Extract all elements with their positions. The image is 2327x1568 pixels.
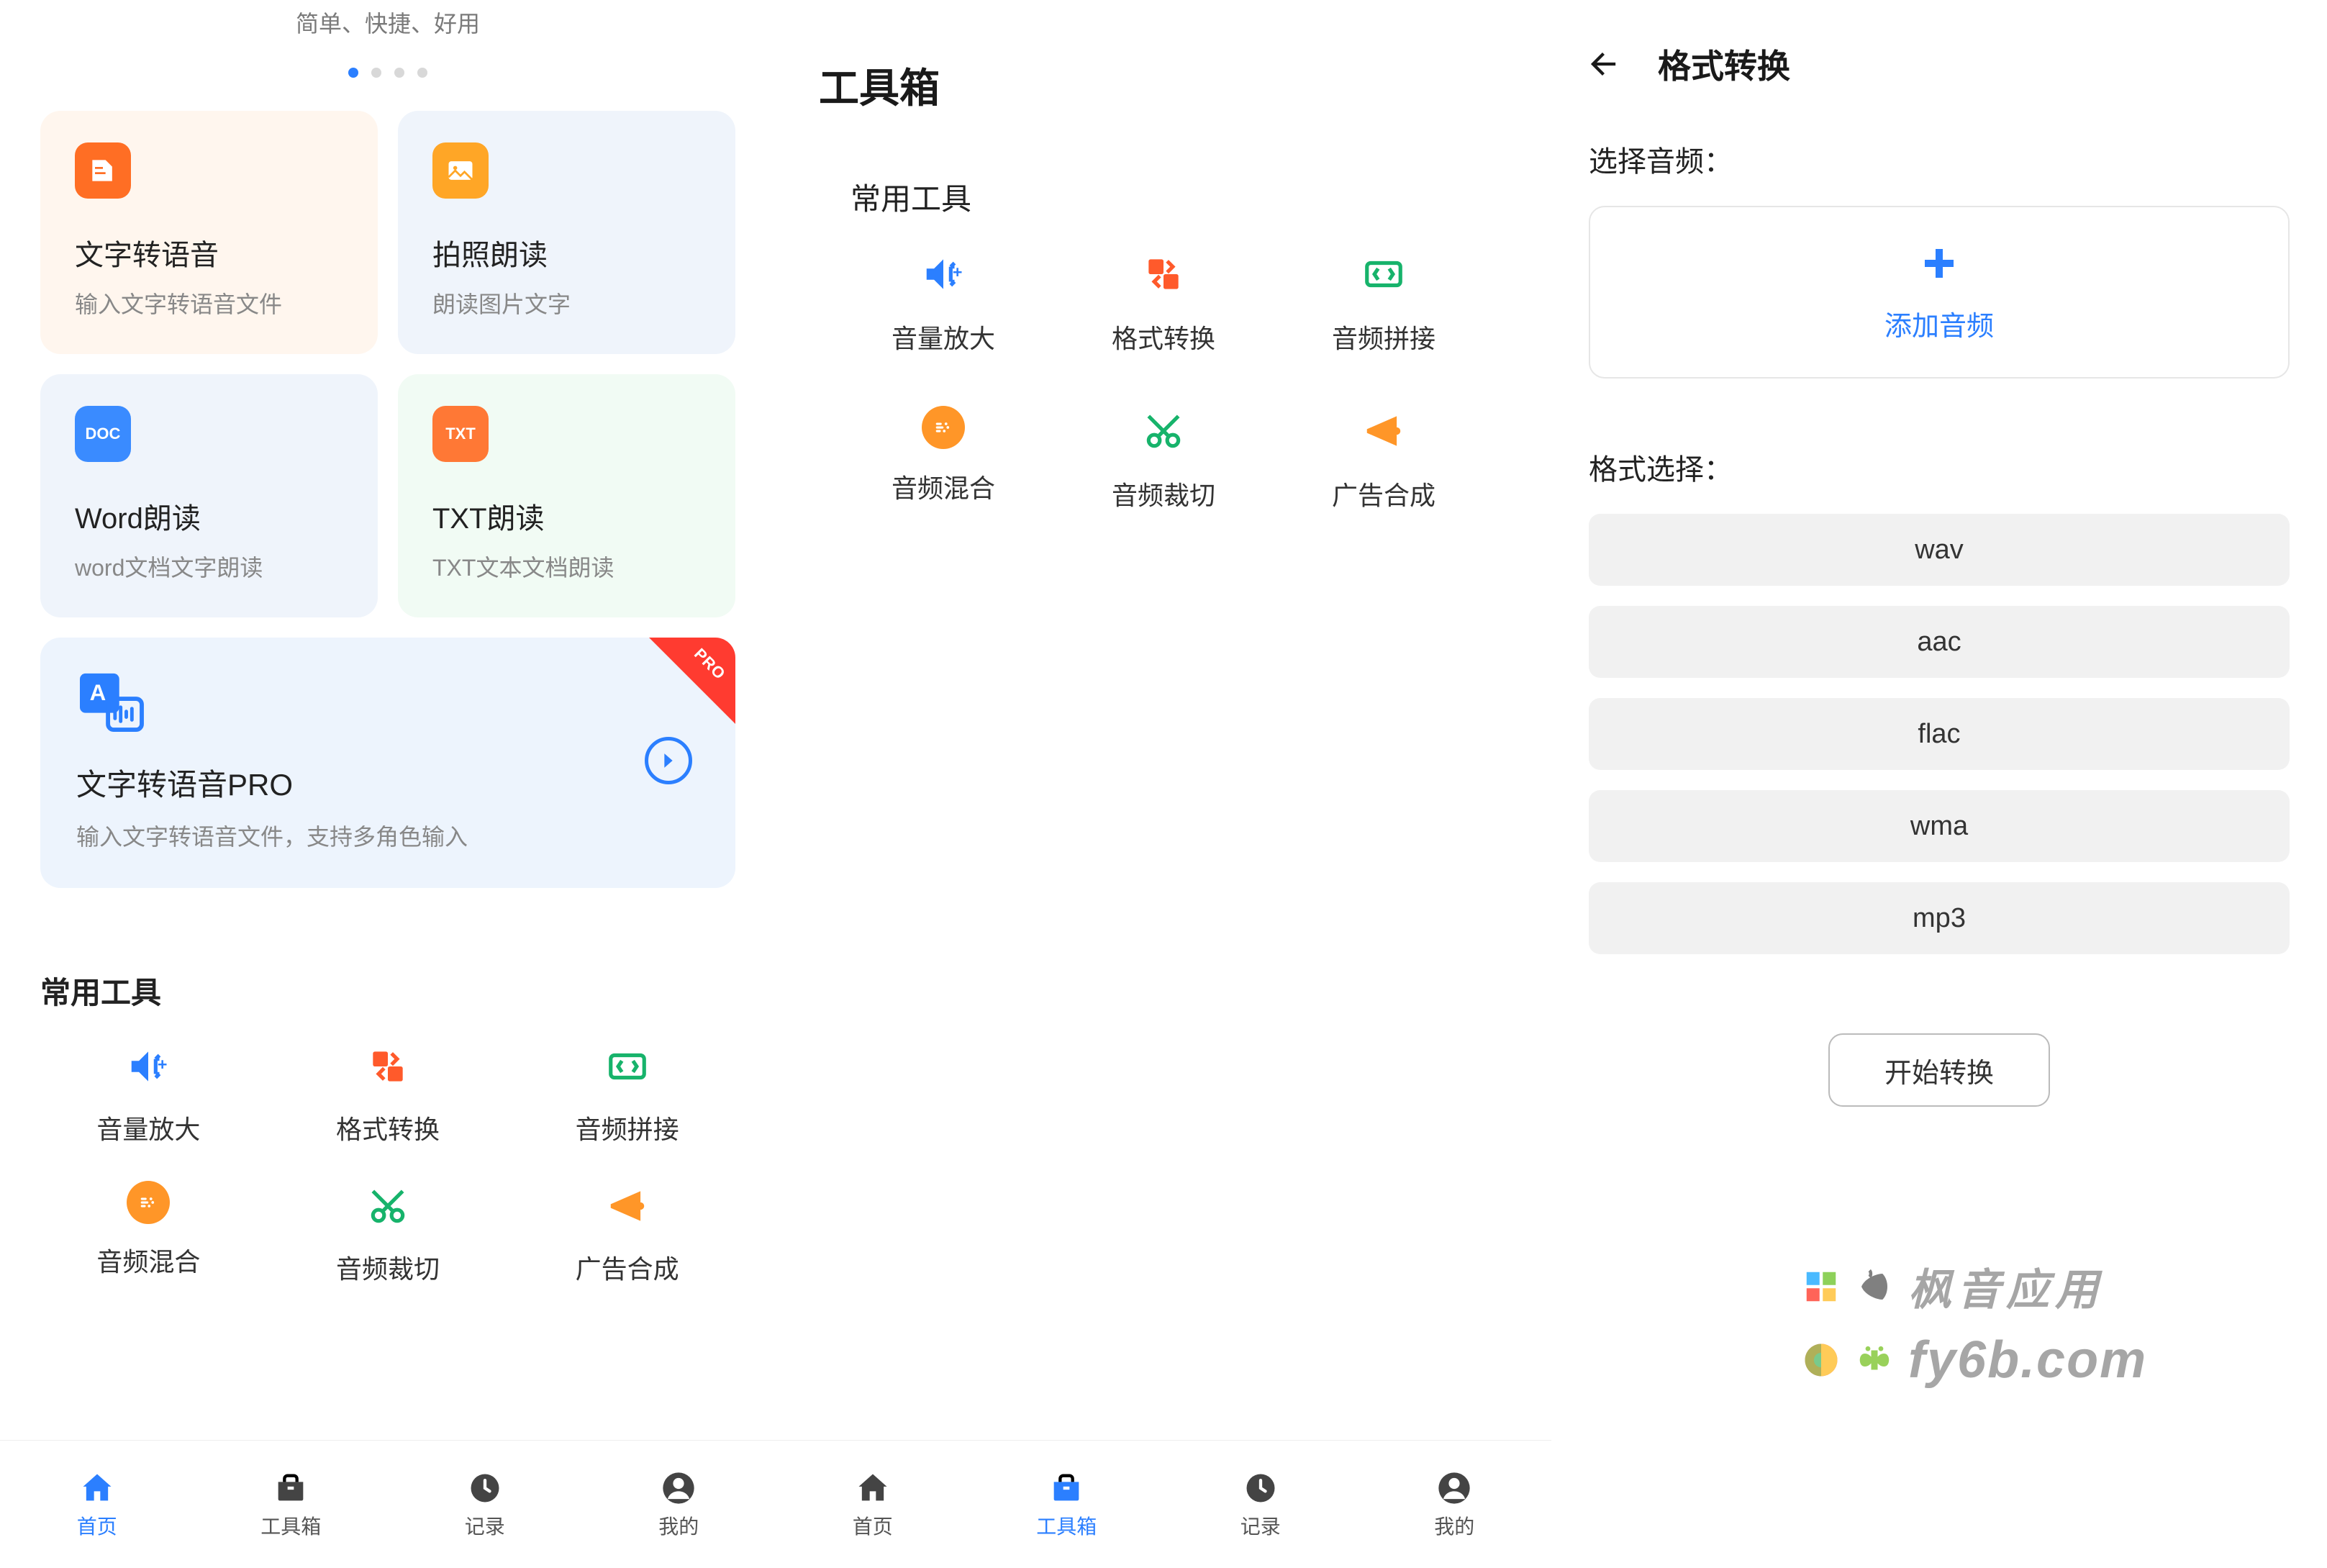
page-title: 工具箱 bbox=[819, 56, 1508, 114]
tool-label: 广告合成 bbox=[1332, 475, 1435, 512]
format-option-flac[interactable]: flac bbox=[1589, 698, 2290, 770]
carousel-dots[interactable] bbox=[40, 39, 735, 111]
pro-title: 文字转语音PRO bbox=[76, 761, 699, 805]
nav-toolbox[interactable]: 工具箱 bbox=[970, 1441, 1164, 1568]
nav-history[interactable]: 记录 bbox=[1164, 1441, 1358, 1568]
nav-mine[interactable]: 我的 bbox=[1358, 1441, 1552, 1568]
tool-audio-mix[interactable]: 音频混合 bbox=[833, 406, 1053, 512]
ad-synth-icon bbox=[602, 1181, 653, 1231]
txt-icon: TXT bbox=[432, 406, 489, 462]
tool-audio-cut[interactable]: 音频裁切 bbox=[1053, 406, 1274, 512]
audio-splice-icon bbox=[602, 1041, 653, 1092]
nav-toolbox[interactable]: 工具箱 bbox=[194, 1441, 389, 1568]
card-sub: TXT文本文档朗读 bbox=[432, 550, 701, 583]
pro-sub: 输入文字转语音文件，支持多角色输入 bbox=[76, 819, 699, 852]
audio-cut-icon bbox=[1138, 406, 1189, 456]
card-photo-read[interactable]: 拍照朗读 朗读图片文字 bbox=[398, 111, 735, 354]
image-icon bbox=[432, 142, 489, 199]
tool-volume-up[interactable]: 音量放大 bbox=[833, 249, 1053, 355]
nav-mine[interactable]: 我的 bbox=[582, 1441, 776, 1568]
page-title: 格式转换 bbox=[1658, 40, 1790, 88]
tool-label: 音频混合 bbox=[96, 1241, 200, 1279]
tool-ad-synth[interactable]: 广告合成 bbox=[1274, 406, 1494, 512]
tool-grid-toolbox: 音量放大 格式转换 音频拼接音频混合 音频裁切 广告合成 bbox=[833, 249, 1494, 512]
tool-label: 音频混合 bbox=[892, 468, 995, 505]
audio-cut-icon bbox=[363, 1181, 413, 1231]
tool-label: 音量放大 bbox=[96, 1109, 200, 1146]
format-option-wav[interactable]: wav bbox=[1589, 514, 2290, 586]
tool-ad-synth[interactable]: 广告合成 bbox=[507, 1181, 747, 1286]
tool-audio-mix[interactable]: 音频混合 bbox=[29, 1181, 268, 1286]
format-option-mp3[interactable]: mp3 bbox=[1589, 882, 2290, 954]
tts-pro-icon bbox=[76, 671, 145, 733]
tool-volume-up[interactable]: 音量放大 bbox=[29, 1041, 268, 1146]
format-convert-icon bbox=[1138, 249, 1189, 299]
add-audio-button[interactable]: 添加音频 bbox=[1589, 206, 2290, 379]
volume-up-icon bbox=[918, 249, 969, 299]
tts-icon bbox=[75, 142, 131, 199]
card-word-read[interactable]: DOC Word朗读 word文档文字朗读 bbox=[40, 374, 378, 617]
card-title: Word朗读 bbox=[75, 495, 343, 537]
select-audio-label: 选择音频： bbox=[1589, 138, 2290, 180]
audio-mix-icon bbox=[922, 406, 965, 449]
card-sub: 朗读图片文字 bbox=[432, 286, 701, 320]
tool-label: 音频裁切 bbox=[1112, 475, 1215, 512]
audio-splice-icon bbox=[1358, 249, 1409, 299]
format-convert-icon bbox=[363, 1041, 413, 1092]
watermark: 枫音应用 fy6b.com bbox=[1802, 1255, 2298, 1402]
header: 格式转换 bbox=[1551, 0, 2327, 138]
card-tts-pro[interactable]: PRO 文字转语音PRO 输入文字转语音文件，支持多角色输入 bbox=[40, 638, 735, 888]
format-option-wma[interactable]: wma bbox=[1589, 790, 2290, 862]
ad-synth-icon bbox=[1358, 406, 1409, 456]
tool-label: 音频拼接 bbox=[576, 1109, 679, 1146]
screen-home: 简单、快捷、好用 文字转语音 输入文字转语音文件 拍照朗读 朗读图片文字 DOC… bbox=[0, 0, 776, 1568]
tool-grid-home: 音量放大 格式转换 音频拼接音频混合 音频裁切 广告合成 bbox=[29, 1041, 747, 1286]
screen-format-convert: 格式转换 选择音频： 添加音频 格式选择： wav aac flac wma mp3 开… bbox=[1551, 0, 2327, 1568]
screen-toolbox: 工具箱 常用工具 音量放大 格式转换 音频拼接音频混合 音频裁切 广告合成 首页 工具箱… bbox=[776, 0, 1551, 1568]
bottom-nav: 首页 工具箱 记录 我的 bbox=[776, 1440, 1551, 1568]
card-tts[interactable]: 文字转语音 输入文字转语音文件 bbox=[40, 111, 378, 354]
tool-label: 音量放大 bbox=[892, 318, 995, 355]
nav-history[interactable]: 记录 bbox=[388, 1441, 582, 1568]
tool-label: 格式转换 bbox=[1112, 318, 1215, 355]
format-select-label: 格式选择： bbox=[1589, 446, 2290, 488]
card-title: 文字转语音 bbox=[75, 232, 343, 273]
tool-format-convert[interactable]: 格式转换 bbox=[268, 1041, 508, 1146]
volume-up-icon bbox=[123, 1041, 173, 1092]
add-audio-label: 添加音频 bbox=[1884, 304, 1994, 343]
tool-label: 音频裁切 bbox=[336, 1248, 440, 1286]
format-option-aac[interactable]: aac bbox=[1589, 606, 2290, 678]
tools-heading: 常用工具 bbox=[29, 969, 747, 1012]
tool-format-convert[interactable]: 格式转换 bbox=[1053, 249, 1274, 355]
card-sub: 输入文字转语音文件 bbox=[75, 286, 343, 320]
section-heading: 常用工具 bbox=[819, 175, 1508, 219]
format-list: wav aac flac wma mp3 bbox=[1589, 514, 2290, 954]
card-title: 拍照朗读 bbox=[432, 232, 701, 273]
doc-icon: DOC bbox=[75, 406, 131, 462]
convert-button[interactable]: 开始转换 bbox=[1828, 1033, 2050, 1107]
tool-label: 广告合成 bbox=[576, 1248, 679, 1286]
bottom-nav: 首页 工具箱 记录 我的 bbox=[0, 1440, 776, 1568]
back-icon[interactable] bbox=[1586, 45, 1623, 83]
tool-label: 格式转换 bbox=[336, 1109, 440, 1146]
plus-icon bbox=[1918, 242, 1961, 285]
arrow-right-icon[interactable] bbox=[645, 737, 692, 784]
nav-home[interactable]: 首页 bbox=[0, 1441, 194, 1568]
card-sub: word文档文字朗读 bbox=[75, 550, 343, 583]
card-title: TXT朗读 bbox=[432, 495, 701, 537]
card-txt-read[interactable]: TXT TXT朗读 TXT文本文档朗读 bbox=[398, 374, 735, 617]
tool-audio-cut[interactable]: 音频裁切 bbox=[268, 1181, 508, 1286]
nav-home[interactable]: 首页 bbox=[776, 1441, 970, 1568]
pro-badge: PRO bbox=[649, 638, 735, 724]
tool-audio-splice[interactable]: 音频拼接 bbox=[1274, 249, 1494, 355]
audio-mix-icon bbox=[127, 1181, 170, 1224]
tool-label: 音频拼接 bbox=[1332, 318, 1435, 355]
tool-audio-splice[interactable]: 音频拼接 bbox=[507, 1041, 747, 1146]
tagline: 简单、快捷、好用 bbox=[40, 0, 735, 39]
